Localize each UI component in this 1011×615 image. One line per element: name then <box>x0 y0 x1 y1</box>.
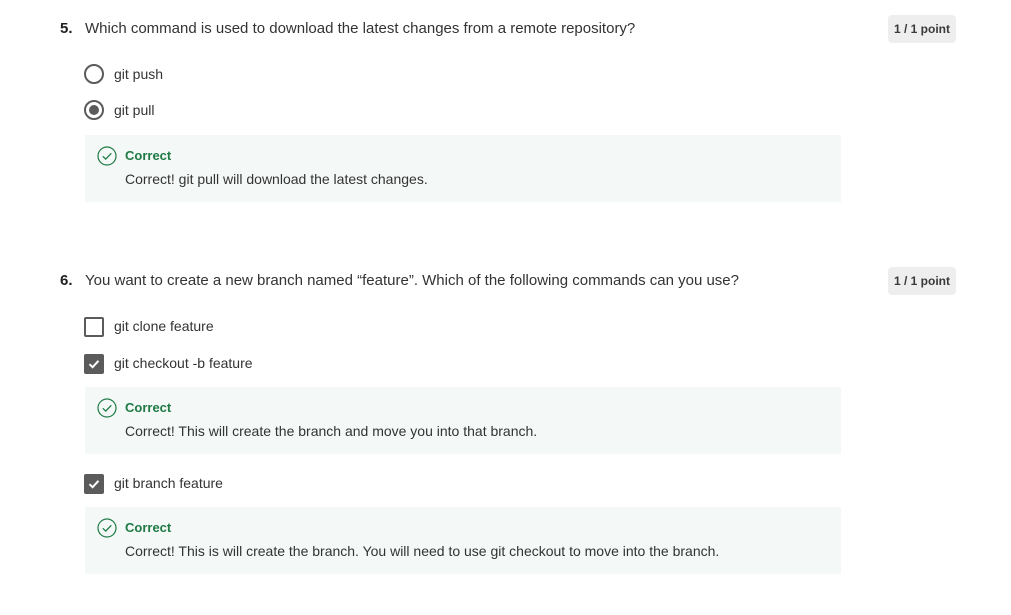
question-header: 6. You want to create a new branch named… <box>60 267 960 295</box>
check-circle-icon <box>97 398 117 418</box>
radio-button[interactable] <box>84 64 104 84</box>
feedback-title: Correct <box>125 148 172 163</box>
option-label[interactable]: git push <box>114 64 163 84</box>
option-label[interactable]: git pull <box>114 100 154 120</box>
checkbox-checked[interactable] <box>84 354 104 374</box>
feedback-correct: Correct Correct! git pull will download … <box>85 135 841 202</box>
points-badge: 1 / 1 point <box>888 15 956 43</box>
option-label[interactable]: git clone feature <box>114 316 214 336</box>
checkbox[interactable] <box>84 317 104 337</box>
feedback-text: Correct! This will create the branch and… <box>125 423 538 439</box>
feedback-correct: Correct Correct! This is will create the… <box>85 507 841 574</box>
question-text: Which command is used to download the la… <box>85 20 636 37</box>
feedback-text: Correct! git pull will download the late… <box>125 171 428 187</box>
checkmark-icon <box>88 480 100 489</box>
radio-button-selected[interactable] <box>84 100 104 120</box>
checkmark-icon <box>88 360 100 369</box>
feedback-title: Correct <box>125 520 172 535</box>
option-label[interactable]: git branch feature <box>114 473 223 493</box>
feedback-correct: Correct Correct! This will create the br… <box>85 387 841 454</box>
question-text: You want to create a new branch named “f… <box>85 272 739 289</box>
question-number: 6. <box>60 272 73 289</box>
question-header: 5. Which command is used to download the… <box>60 15 960 43</box>
feedback-title: Correct <box>125 400 172 415</box>
option-label[interactable]: git checkout -b feature <box>114 353 253 373</box>
check-circle-icon <box>97 146 117 166</box>
checkbox-checked[interactable] <box>84 474 104 494</box>
quiz-page: 5. Which command is used to download the… <box>0 0 1011 615</box>
check-circle-icon <box>97 518 117 538</box>
question-number: 5. <box>60 20 73 37</box>
points-badge: 1 / 1 point <box>888 267 956 295</box>
feedback-text: Correct! This is will create the branch.… <box>125 543 720 559</box>
